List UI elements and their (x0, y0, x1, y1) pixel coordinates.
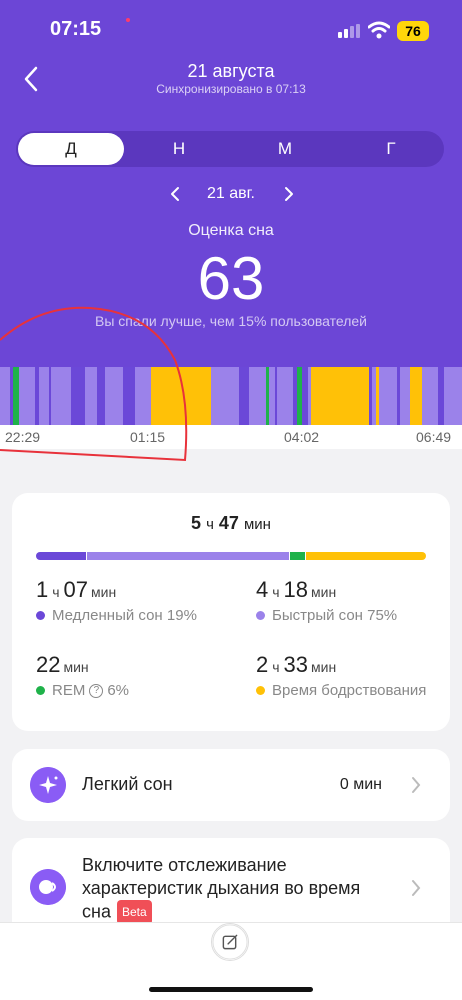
breathing-icon (30, 869, 66, 905)
timeline-segment-awake (311, 367, 370, 425)
timeline-segment-light (84, 367, 97, 425)
timeline-segment-light (38, 367, 49, 425)
status-time: 07:15 (50, 18, 102, 40)
help-icon[interactable]: ? (89, 683, 104, 698)
timeline-segment-light (18, 367, 35, 425)
date-navigator: 21 авг. (0, 182, 462, 208)
chevron-right-icon (412, 880, 421, 896)
period-tabs: Д Н М Г (16, 131, 444, 167)
timeline-segment-light (135, 367, 152, 425)
timeline-segment-deep (70, 367, 85, 425)
timeline-segment-light (400, 367, 411, 425)
bottom-bar (0, 922, 462, 1000)
timeline-segment-light (443, 367, 462, 425)
tab-year[interactable]: Г (338, 131, 444, 167)
timeline-bar (0, 367, 462, 425)
light-sleep-card[interactable]: Легкий сон 0 мин (12, 749, 450, 821)
chevron-right-icon[interactable] (280, 182, 298, 206)
stat-light-sleep: 4 ч 18 мин Быстрый сон 75% (256, 577, 398, 624)
sparkle-icon (30, 767, 66, 803)
timeline-segment-deep (96, 367, 106, 425)
timeline-segment-deep (238, 367, 249, 425)
sync-status: Синхронизировано в 07:13 (156, 82, 306, 96)
tab-day[interactable]: Д (18, 133, 124, 165)
score-comparison: Вы спали лучше, чем 15% пользователей (95, 313, 367, 329)
edit-icon[interactable] (211, 923, 249, 961)
awake-dot (256, 686, 265, 695)
timeline-segment-light (50, 367, 71, 425)
current-date: 21 авг. (207, 185, 255, 202)
card-title: Легкий сон (82, 774, 173, 794)
axis-label: 06:49 (416, 429, 452, 445)
timeline-segment-deep (123, 367, 136, 425)
timeline-segment-light (210, 367, 239, 425)
rem-dot (36, 686, 45, 695)
total-sleep-duration: 5 ч 47 мин (191, 513, 271, 533)
sleep-score: 63 (197, 245, 265, 312)
axis-label: 01:15 (130, 429, 166, 445)
card-value: 0 мин (339, 776, 382, 793)
chevron-right-icon (412, 777, 421, 793)
wifi-icon (368, 21, 390, 39)
score-label: Оценка сна (188, 222, 274, 239)
stat-awake: 2 ч 33 мин Время бодрствования (256, 652, 427, 699)
timeline-segment-light (379, 367, 398, 425)
sleep-summary-card: 5 ч 47 мин 1 ч 07 мин Медленный сон 19% 4ч1… (12, 493, 450, 731)
deep-sleep-dot (36, 611, 45, 620)
sleep-header: 07:15 76 21 августа Синхронизировано в 0… (0, 0, 462, 425)
timeline-segment-light (105, 367, 124, 425)
light-sleep-dot (256, 611, 265, 620)
status-bar: 07:15 76 (0, 0, 462, 60)
sleep-stages-timeline[interactable] (0, 367, 462, 425)
home-indicator (149, 987, 313, 992)
chevron-left-icon[interactable] (166, 182, 184, 206)
tab-month[interactable]: М (232, 131, 338, 167)
timeline-segment-awake (410, 367, 422, 425)
axis-label: 04:02 (284, 429, 320, 445)
recording-dot (126, 18, 130, 22)
cellular-signal-icon (338, 24, 362, 38)
timeline-segment-light (0, 367, 10, 425)
breathing-card-title: Включите отслеживание характеристик дыха… (82, 854, 372, 925)
timeline-segment-light (248, 367, 266, 425)
timeline-segment-light (276, 367, 293, 425)
page-title: 21 августа (187, 61, 275, 81)
battery-indicator: 76 (397, 21, 429, 41)
stat-deep-sleep: 1 ч 07 мин Медленный сон 19% (36, 577, 197, 624)
timeline-axis: 22:29 01:15 04:02 06:49 (0, 425, 462, 449)
timeline-segment-awake (151, 367, 211, 425)
tab-week[interactable]: Н (126, 131, 232, 167)
stat-rem: 22 мин REM? 6% (36, 652, 130, 699)
axis-label: 22:29 (5, 429, 41, 445)
stage-proportion-bar (36, 552, 426, 560)
timeline-segment-light (421, 367, 438, 425)
